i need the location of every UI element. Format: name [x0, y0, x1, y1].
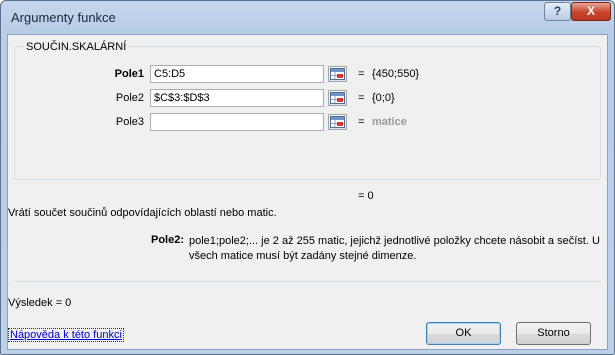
function-help-link[interactable]: Nápověda k této funkci: [8, 328, 124, 342]
function-name: SOUČIN.SKALÁRNÍ: [24, 41, 129, 53]
argument-label-pole3: Pole3: [115, 116, 144, 128]
ok-button[interactable]: OK: [426, 322, 501, 345]
argument-input-pole3[interactable]: [150, 113, 324, 131]
equals-sign: =: [358, 68, 365, 80]
separator: [14, 281, 601, 282]
argument-result-pole2: {0;0}: [372, 92, 395, 104]
parameter-help-label: Pole2:: [150, 234, 184, 246]
argument-label-pole1: Pole1: [114, 68, 144, 80]
close-button[interactable]: X: [571, 2, 611, 21]
collapse-dialog-icon: [330, 116, 345, 128]
parameter-help-text: pole1;pole2;... je 2 až 255 matic, jejic…: [189, 235, 600, 262]
argument-input-pole2[interactable]: $C$3:$D$3: [150, 89, 324, 107]
collapse-dialog-button-pole2[interactable]: [328, 90, 347, 106]
dialog-title: Argumenty funkce: [11, 10, 116, 25]
help-button[interactable]: ?: [544, 2, 571, 21]
argument-input-pole1[interactable]: C5:D5: [150, 65, 324, 83]
collapse-dialog-icon: [330, 68, 345, 80]
dialog-client-area: SOUČIN.SKALÁRNÍ Pole1 C5:D5 = {450;550} …: [7, 34, 608, 350]
equals-sign: =: [358, 92, 365, 104]
function-description: Vrátí součet součinů odpovídajících obla…: [8, 207, 277, 219]
argument-result-pole3: matice: [372, 116, 407, 128]
collapse-dialog-icon: [330, 92, 345, 104]
collapse-dialog-button-pole3[interactable]: [328, 114, 347, 130]
argument-label-pole2: Pole2: [115, 92, 144, 104]
argument-row-pole3: Pole3: [8, 113, 144, 133]
collapse-dialog-button-pole1[interactable]: [328, 66, 347, 82]
title-bar[interactable]: Argumenty funkce ? X: [1, 1, 614, 35]
cancel-button[interactable]: Storno: [516, 322, 591, 345]
equals-sign: =: [358, 116, 365, 128]
formula-result: = 0: [358, 190, 374, 202]
argument-result-pole1: {450;550}: [372, 68, 420, 80]
argument-row-pole2: Pole2: [8, 89, 144, 109]
function-arguments-dialog: Argumenty funkce ? X SOUČIN.SKALÁRNÍ Pol…: [0, 0, 615, 355]
argument-row-pole1: Pole1: [8, 65, 144, 85]
result-line: Výsledek = 0: [8, 297, 72, 309]
